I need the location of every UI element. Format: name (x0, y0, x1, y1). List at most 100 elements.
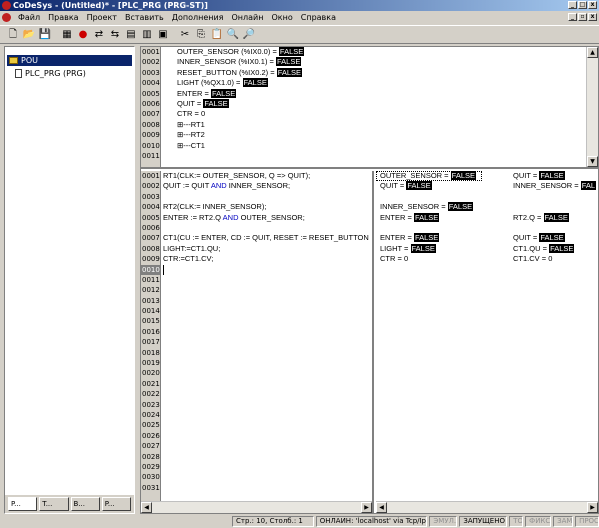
text-cursor (163, 265, 164, 275)
monitor-entry: QUIT = FALSE (513, 233, 565, 243)
declaration-line[interactable]: ENTER = FALSE (177, 88, 598, 99)
line-number: 0002 (142, 58, 160, 67)
monitor-entry: RT2.Q = FALSE (513, 212, 569, 223)
watch-icon[interactable]: ▣ (156, 28, 170, 42)
menu-window[interactable]: Окно (267, 11, 296, 24)
logout-icon[interactable]: ⇆ (108, 28, 122, 42)
monitor-scroll-left-icon[interactable]: ◀ (376, 502, 387, 513)
run-icon[interactable]: ▤ (124, 28, 138, 42)
scroll-up-icon[interactable]: ▲ (587, 47, 598, 58)
monitoring-pane[interactable]: OUTER_SENSOR = FALSE QUIT = FALSE QUIT = F… (376, 171, 598, 513)
var-text: ⊞---CT1 (177, 140, 205, 150)
monitor-value: FALSE (413, 233, 440, 243)
monitor-var: RT2.Q = (513, 212, 544, 222)
open-icon[interactable]: 📂 (22, 28, 36, 42)
menu-file[interactable]: Файл (14, 11, 44, 24)
declaration-line[interactable] (177, 151, 598, 161)
code-line[interactable]: ENTER := RT2.Q AND OUTER_SENSOR; (163, 213, 372, 223)
var-text: RESET_BUTTON (%IX0.2) = (177, 67, 277, 77)
code-line[interactable] (163, 192, 372, 202)
cut-icon[interactable]: ✂ (178, 28, 192, 42)
find-icon[interactable]: 🔍 (226, 28, 240, 42)
menu-project[interactable]: Проект (83, 11, 121, 24)
code-line[interactable]: CTR:=CT1.CV; (163, 254, 372, 264)
declaration-line[interactable]: ⊞---RT1 (177, 120, 598, 130)
body-code[interactable]: RT1(CLK:= OUTER_SENSOR, Q => QUIT); QUIT … (163, 171, 372, 265)
menu-help[interactable]: Справка (297, 11, 340, 24)
declaration-line[interactable]: INNER_SENSOR (%IX0.1) = FALSE (177, 57, 598, 67)
copy-icon[interactable]: ⎘ (194, 28, 208, 42)
declaration-line[interactable]: LIGHT (%QX1.0) = FALSE (177, 78, 598, 88)
scroll-down-icon[interactable]: ▼ (587, 156, 598, 167)
tree-item-pou[interactable]: POU (7, 55, 132, 66)
monitor-value: FALSE (447, 202, 474, 212)
monitor-entry: ENTER = FALSE (380, 212, 440, 223)
replace-icon[interactable]: 🔎 (242, 28, 256, 42)
scroll-left-icon[interactable]: ◀ (141, 502, 152, 513)
declaration-line[interactable]: CTR = 0 (177, 109, 598, 119)
monitor-value: FALSE (543, 212, 569, 222)
tab-resources[interactable]: P... (101, 497, 131, 511)
monitor-entry: CT1.QU = FALSE (513, 243, 575, 254)
monitor-var: CTR = 0 (380, 254, 409, 264)
line-number: 0022 (142, 390, 160, 399)
close-button[interactable]: x (588, 1, 597, 9)
declaration-line[interactable]: ⊞---RT2 (177, 130, 598, 140)
code-line[interactable]: QUIT := QUIT AND INNER_SENSOR; (163, 181, 372, 191)
declaration-pane[interactable]: 0001 0002 0003 0004 0005 0006 0007 0008 0009 0010… (141, 47, 598, 169)
monitor-value: FALSE (539, 233, 565, 243)
doc-close-button[interactable]: x (588, 13, 597, 21)
menu-online[interactable]: Онлайн (228, 11, 268, 24)
code-line[interactable]: RT2(CLK:= INNER_SENSOR); (163, 202, 372, 212)
declaration-code[interactable]: OUTER_SENSOR (%IX0.0) = FALSE INNER_SENSO… (163, 47, 598, 161)
tree-child-label: PLC_PRG (PRG) (25, 69, 86, 78)
line-number: 0019 (142, 359, 160, 368)
tree-item-plc-prg[interactable]: PLC_PRG (PRG) (13, 68, 88, 79)
compile-icon[interactable]: ▦ (60, 28, 74, 42)
line-number: 0016 (142, 327, 160, 336)
line-number: 0020 (142, 369, 160, 378)
save-icon[interactable]: 💾 (38, 28, 52, 42)
line-number: 0011 (142, 151, 160, 160)
monitor-scroll-right-icon[interactable]: ▶ (587, 502, 598, 513)
new-icon[interactable]: 🗋 (6, 28, 20, 42)
body-hscroll[interactable]: ◀ ▶ (141, 501, 372, 513)
line-number: 0021 (142, 379, 160, 388)
toolbar: 🗋 📂 💾 ▦ ● ⇄ ⇆ ▤ ▥ ▣ ✂ ⎘ 📋 🔍 🔎 (0, 25, 599, 44)
tab-visualizations[interactable]: B... (70, 497, 100, 511)
doc-minimize-button[interactable]: _ (568, 13, 577, 21)
declaration-line[interactable]: QUIT = FALSE (177, 98, 598, 109)
code-line[interactable] (163, 223, 372, 233)
minimize-button[interactable]: _ (568, 1, 577, 9)
login-icon[interactable]: ⇄ (92, 28, 106, 42)
status-cursor-pos: Стр.: 10, Столб.: 1 (232, 516, 314, 527)
stop-icon[interactable]: ● (76, 28, 90, 42)
title-bar: CoDeSys - (Untitled)* - [PLC_PRG (PRG-ST… (0, 0, 599, 11)
monitor-hscroll[interactable]: ◀ ▶ (376, 501, 598, 513)
keyword-and: AND (222, 212, 239, 222)
menu-insert[interactable]: Вставить (121, 11, 168, 24)
code-line[interactable]: RT1(CLK:= OUTER_SENSOR, Q => QUIT); (163, 171, 372, 181)
menu-edit[interactable]: Правка (44, 11, 82, 24)
tab-pous[interactable]: P... (8, 497, 38, 511)
status-sim: ЭМУЛ. (429, 516, 458, 527)
scroll-right-icon[interactable]: ▶ (361, 502, 372, 513)
program-icon (15, 69, 22, 78)
tab-data-types[interactable]: T... (39, 497, 69, 511)
menu-bar: Файл Правка Проект Вставить Дополнения О… (0, 11, 599, 24)
line-number: 0013 (142, 296, 160, 305)
paste-icon[interactable]: 📋 (210, 28, 224, 42)
document-icon[interactable] (2, 13, 11, 22)
doc-restore-button[interactable]: ▫ (578, 13, 587, 21)
code-line[interactable]: CT1(CU := ENTER, CD := QUIT, RESET := RE… (163, 233, 372, 243)
declaration-line[interactable]: RESET_BUTTON (%IX0.2) = FALSE (177, 67, 598, 78)
declaration-line[interactable]: OUTER_SENSOR (%IX0.0) = FALSE (177, 47, 598, 57)
menu-extras[interactable]: Дополнения (168, 11, 228, 24)
code-line[interactable]: LIGHT:=CT1.QU; (163, 244, 372, 254)
declaration-vscroll[interactable]: ▲ ▼ (586, 47, 598, 167)
body-pane[interactable]: 0001 0002 0003 0004 0005 0006 0007 0008 0009 0010… (141, 171, 374, 513)
line-number: 0015 (142, 317, 160, 326)
step-icon[interactable]: ▥ (140, 28, 154, 42)
declaration-line[interactable]: ⊞---CT1 (177, 141, 598, 151)
maximize-button[interactable]: □ (578, 1, 587, 9)
